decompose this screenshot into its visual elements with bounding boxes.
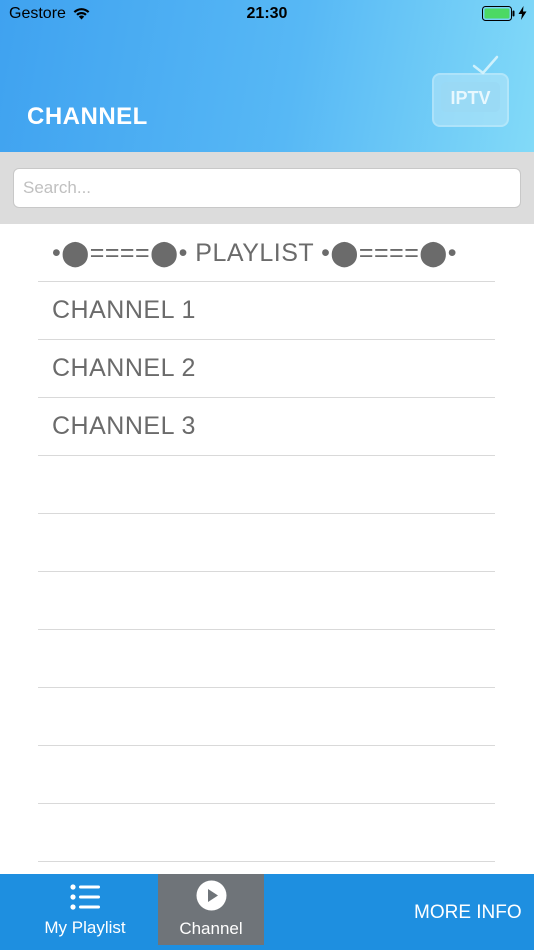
iptv-logo-text: IPTV: [450, 88, 490, 108]
page-title: CHANNEL: [27, 103, 148, 130]
empty-row: [38, 804, 495, 862]
tab-my-playlist-label: My Playlist: [44, 918, 126, 937]
empty-row: [38, 456, 495, 514]
channel-row[interactable]: CHANNEL 2: [38, 340, 495, 398]
more-info-button[interactable]: MORE INFO: [414, 902, 522, 924]
empty-row: [38, 514, 495, 572]
channel-row[interactable]: CHANNEL 3: [38, 398, 495, 456]
list-icon: [70, 884, 100, 915]
tab-my-playlist[interactable]: My Playlist: [30, 874, 140, 944]
empty-row: [38, 746, 495, 804]
header: Gestore 21:30 CHANNEL IPTV: [0, 0, 534, 152]
empty-row: [38, 688, 495, 746]
empty-row: [38, 572, 495, 630]
search-input[interactable]: [13, 168, 521, 208]
empty-row: [38, 630, 495, 688]
status-bar: Gestore 21:30: [0, 0, 534, 28]
channel-row[interactable]: CHANNEL 1: [38, 282, 495, 340]
tab-channel[interactable]: Channel: [158, 874, 264, 945]
search-bar: [0, 152, 534, 224]
iptv-logo: IPTV: [430, 52, 512, 130]
play-circle-icon: [196, 880, 227, 916]
status-time: 21:30: [246, 5, 288, 22]
channel-list: •⬤====⬤• PLAYLIST •⬤====⬤• CHANNEL 1 CHA…: [38, 224, 495, 862]
tab-bar: My Playlist Channel MORE INFO: [0, 874, 534, 950]
playlist-section-header: •⬤====⬤• PLAYLIST •⬤====⬤•: [38, 224, 495, 282]
charging-bolt-icon: [518, 6, 527, 25]
tab-channel-label: Channel: [179, 919, 243, 938]
battery-icon: [482, 6, 516, 26]
